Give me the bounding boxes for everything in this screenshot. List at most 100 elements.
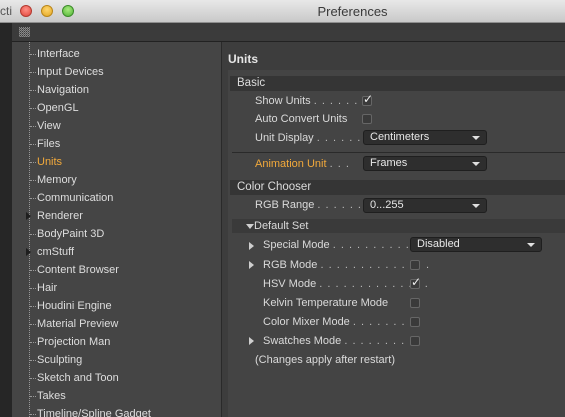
special-mode-dots: . . . . . . . . . . .	[332, 239, 418, 251]
kelvin-temperature-mode-label: Kelvin Temperature Mode	[263, 297, 389, 309]
show-units-text: Show Units	[255, 95, 311, 107]
unit-display-value: Centimeters	[370, 131, 430, 143]
grip-icon[interactable]	[19, 27, 30, 37]
page-title: Units	[228, 52, 258, 66]
preferences-toolbar	[12, 23, 565, 42]
sidebar-item[interactable]: Interface	[12, 45, 221, 63]
sidebar-item[interactable]: Units	[12, 153, 221, 171]
sidebar-item-label: View	[37, 120, 61, 132]
kelvin-temperature-mode-checkbox[interactable]	[410, 298, 420, 308]
sidebar-item-label: OpenGL	[37, 102, 79, 114]
sidebar-item[interactable]: Files	[12, 135, 221, 153]
sidebar-item-label: Sculpting	[37, 354, 83, 366]
sidebar-item[interactable]: Navigation	[12, 81, 221, 99]
divider	[232, 152, 565, 153]
expand-right-icon[interactable]	[26, 212, 31, 220]
section-header-basic[interactable]: Basic	[230, 76, 565, 91]
sidebar-item-label: Navigation	[37, 84, 89, 96]
tree-connector	[30, 360, 36, 361]
default-set-label: Default Set	[254, 220, 309, 232]
special-mode-text: Special Mode	[263, 239, 330, 251]
sidebar-item[interactable]: Renderer	[12, 207, 221, 225]
sidebar-item[interactable]: OpenGL	[12, 99, 221, 117]
tree-connector	[30, 234, 36, 235]
sidebar-item-label: Content Browser	[37, 264, 119, 276]
section-header-color-chooser[interactable]: Color Chooser	[230, 180, 565, 195]
sidebar-item[interactable]: Memory	[12, 171, 221, 189]
sidebar-item[interactable]: Material Preview	[12, 315, 221, 333]
swatches-mode-checkbox[interactable]	[410, 336, 420, 346]
tree-connector	[30, 180, 36, 181]
hsv-mode-label: HSV Mode . . . . . . . . . . . . . .	[263, 278, 429, 290]
sidebar-item-label: Files	[37, 138, 61, 150]
sidebar-item[interactable]: Content Browser	[12, 261, 221, 279]
color-mixer-mode-checkbox[interactable]	[410, 317, 420, 327]
hsv-mode-checkbox[interactable]: ✓	[410, 275, 421, 289]
auto-convert-units-checkbox[interactable]	[362, 114, 372, 124]
sidebar-item-label: Renderer	[37, 210, 83, 222]
expand-right-icon[interactable]	[249, 261, 254, 269]
rgb-mode-label: RGB Mode . . . . . . . . . . . . . .	[263, 259, 430, 271]
tree-connector	[30, 126, 36, 127]
show-units-dots: . . . . . . .	[313, 95, 367, 107]
show-units-label: Show Units . . . . . . .	[255, 95, 366, 107]
tree-connector	[30, 144, 36, 145]
sidebar-item-label: Units	[37, 156, 63, 168]
sidebar-item[interactable]: cmStuff	[12, 243, 221, 261]
sidebar-item[interactable]: View	[12, 117, 221, 135]
rgb-mode-checkbox[interactable]	[410, 260, 420, 270]
show-units-checkbox[interactable]: ✓	[362, 92, 373, 106]
tree-connector	[30, 54, 36, 55]
rgb-mode-text: RGB Mode	[263, 259, 318, 271]
special-mode-dropdown[interactable]: Disabled	[410, 237, 542, 252]
restart-note: (Changes apply after restart)	[255, 354, 396, 366]
swatches-mode-dots: . . . . . . . . .	[344, 335, 414, 347]
unit-display-dots: . . . . . .	[316, 132, 362, 144]
tree-connector	[30, 72, 36, 73]
expand-right-icon[interactable]	[249, 242, 254, 250]
color-mixer-mode-label: Color Mixer Mode . . . . . . .	[263, 316, 406, 328]
expand-right-icon[interactable]	[249, 337, 254, 345]
sidebar-item-label: Sketch and Toon	[37, 372, 119, 384]
animation-unit-text: Animation Unit	[255, 158, 327, 170]
tree-connector	[30, 288, 36, 289]
sidebar-item[interactable]: Communication	[12, 189, 221, 207]
animation-unit-value: Frames	[370, 157, 408, 169]
sidebar-item[interactable]: Projection Man	[12, 333, 221, 351]
animation-unit-label: Animation Unit . . .	[255, 158, 350, 170]
auto-convert-units-label: Auto Convert Units	[255, 113, 348, 125]
check-icon: ✓	[363, 92, 374, 106]
sidebar-item-label: Houdini Engine	[37, 300, 112, 312]
sidebar-item[interactable]: Houdini Engine	[12, 297, 221, 315]
default-set-header[interactable]: Default Set	[232, 219, 565, 233]
sidebar-item[interactable]: Input Devices	[12, 63, 221, 81]
tree-connector	[30, 108, 36, 109]
expand-right-icon[interactable]	[26, 248, 31, 256]
color-mixer-mode-text: Color Mixer Mode	[263, 316, 350, 328]
sidebar-item[interactable]: Hair	[12, 279, 221, 297]
animation-unit-dropdown[interactable]: Frames	[363, 156, 487, 171]
title-bar[interactable]: cti Preferences	[0, 0, 565, 23]
rgb-range-dropdown[interactable]: 0...255	[363, 198, 487, 213]
rgb-range-label: RGB Range . . . . . . . .	[255, 199, 378, 211]
tree-connector	[30, 90, 36, 91]
sidebar-item-label: Projection Man	[37, 336, 111, 348]
sidebar-item[interactable]: Sketch and Toon	[12, 369, 221, 387]
tree-connector	[30, 342, 36, 343]
sidebar-item[interactable]: Takes	[12, 387, 221, 405]
sidebar-item-label: Hair	[37, 282, 58, 294]
sidebar-item-label: Material Preview	[37, 318, 119, 330]
sidebar-item[interactable]: Sculpting	[12, 351, 221, 369]
unit-display-dropdown[interactable]: Centimeters	[363, 130, 487, 145]
sidebar-item-label: cmStuff	[37, 246, 75, 258]
hsv-mode-text: HSV Mode	[263, 278, 317, 290]
sidebar-item[interactable]: BodyPaint 3D	[12, 225, 221, 243]
tree-connector	[30, 324, 36, 325]
chevron-down-icon	[472, 136, 480, 140]
unit-display-label: Unit Display . . . . . .	[255, 132, 361, 144]
expand-down-icon[interactable]	[246, 224, 254, 229]
sidebar-item-label: Timeline/Spline Gadget	[37, 408, 151, 417]
tree-connector	[30, 396, 36, 397]
window-title: Preferences	[317, 4, 388, 19]
sidebar-item[interactable]: Timeline/Spline Gadget	[12, 405, 221, 417]
